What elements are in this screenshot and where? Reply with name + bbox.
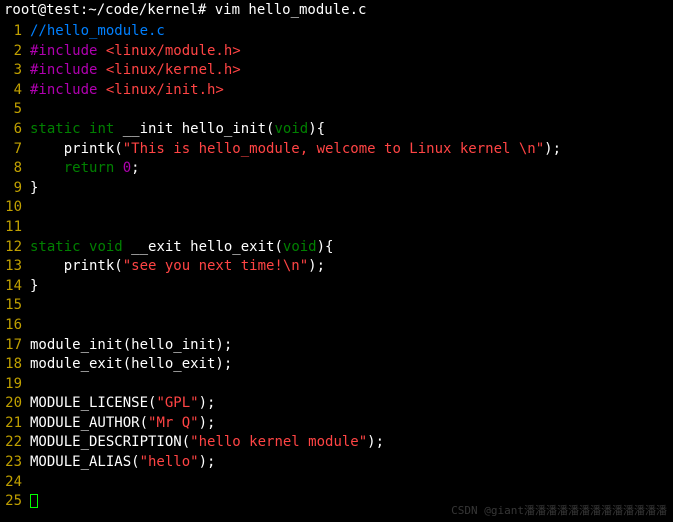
code-text: MODULE_ALIAS("hello"); [30, 453, 215, 473]
code-line: 2 #include <linux/module.h> [0, 42, 673, 62]
line-number: 8 [4, 159, 30, 179]
terminal-window: root@test:~/code/kernel# vim hello_modul… [0, 0, 673, 512]
code-line: 13 printk("see you next time!\n"); [0, 257, 673, 277]
line-number: 1 [4, 22, 30, 42]
code-line: 5 [0, 100, 673, 120]
code-text: MODULE_LICENSE("GPL"); [30, 394, 215, 414]
line-number: 23 [4, 453, 30, 473]
code-text: module_init(hello_init); [30, 336, 232, 356]
code-text: static void __exit hello_exit(void){ [30, 238, 333, 258]
code-text: #include <linux/module.h> [30, 42, 241, 62]
line-number: 15 [4, 296, 30, 316]
line-number: 24 [4, 473, 30, 493]
code-text: printk("This is hello_module, welcome to… [30, 140, 561, 160]
line-number: 20 [4, 394, 30, 414]
line-number: 9 [4, 179, 30, 199]
code-line: 17 module_init(hello_init); [0, 336, 673, 356]
line-number: 4 [4, 81, 30, 101]
code-text: #include <linux/kernel.h> [30, 61, 241, 81]
code-line: 6 static int __init hello_init(void){ [0, 120, 673, 140]
code-line: 14 } [0, 277, 673, 297]
code-line: 23 MODULE_ALIAS("hello"); [0, 453, 673, 473]
line-number: 7 [4, 140, 30, 160]
code-text: module_exit(hello_exit); [30, 355, 232, 375]
code-line: 11 [0, 218, 673, 238]
line-number: 22 [4, 433, 30, 453]
code-line: 4 #include <linux/init.h> [0, 81, 673, 101]
line-number: 6 [4, 120, 30, 140]
line-number: 3 [4, 61, 30, 81]
line-number: 17 [4, 336, 30, 356]
code-text: } [30, 179, 38, 199]
code-line: 8 return 0; [0, 159, 673, 179]
code-line: 15 [0, 296, 673, 316]
line-number: 11 [4, 218, 30, 238]
code-line: 9 } [0, 179, 673, 199]
line-number: 5 [4, 100, 30, 120]
code-text: printk("see you next time!\n"); [30, 257, 325, 277]
code-line: 1 //hello_module.c [0, 22, 673, 42]
cursor-icon [30, 494, 38, 508]
code-line: 10 [0, 198, 673, 218]
watermark-text: CSDN @giant潘潘潘潘潘潘潘潘潘潘潘潘潘 [451, 502, 667, 518]
code-line: 18 module_exit(hello_exit); [0, 355, 673, 375]
line-number: 10 [4, 198, 30, 218]
line-number: 14 [4, 277, 30, 297]
line-number: 2 [4, 42, 30, 62]
line-number: 12 [4, 238, 30, 258]
comment: //hello_module.c [30, 22, 165, 42]
code-text: MODULE_DESCRIPTION("hello kernel module"… [30, 433, 384, 453]
vim-editor[interactable]: 1 //hello_module.c 2 #include <linux/mod… [0, 20, 673, 512]
code-text: #include <linux/init.h> [30, 81, 224, 101]
shell-prompt: root@test:~/code/kernel# vim hello_modul… [0, 0, 673, 20]
code-text: static int __init hello_init(void){ [30, 120, 325, 140]
cursor-position[interactable] [30, 492, 38, 512]
code-line: 20 MODULE_LICENSE("GPL"); [0, 394, 673, 414]
code-line: 7 printk("This is hello_module, welcome … [0, 140, 673, 160]
code-line: 21 MODULE_AUTHOR("Mr Q"); [0, 414, 673, 434]
code-text: } [30, 277, 38, 297]
code-text: return 0; [30, 159, 140, 179]
code-line: 24 [0, 473, 673, 493]
line-number: 19 [4, 375, 30, 395]
code-line: 16 [0, 316, 673, 336]
code-line: 3 #include <linux/kernel.h> [0, 61, 673, 81]
line-number: 25 [4, 492, 30, 512]
code-line: 19 [0, 375, 673, 395]
code-line: 12 static void __exit hello_exit(void){ [0, 238, 673, 258]
line-number: 13 [4, 257, 30, 277]
line-number: 18 [4, 355, 30, 375]
code-text: MODULE_AUTHOR("Mr Q"); [30, 414, 215, 434]
line-number: 16 [4, 316, 30, 336]
line-number: 21 [4, 414, 30, 434]
code-line: 22 MODULE_DESCRIPTION("hello kernel modu… [0, 433, 673, 453]
